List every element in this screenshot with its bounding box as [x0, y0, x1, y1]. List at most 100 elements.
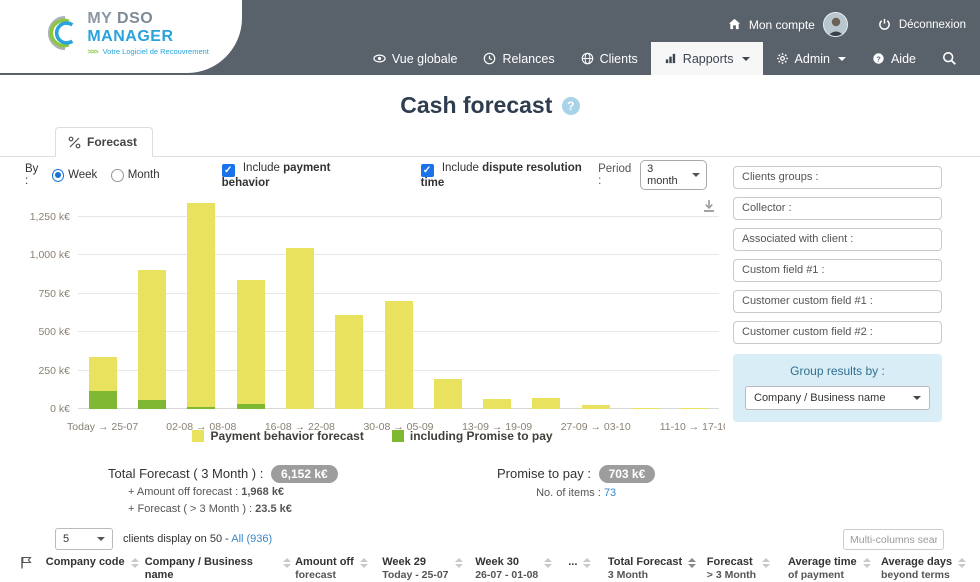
checkbox-checked-icon[interactable]: ✓ — [222, 164, 235, 177]
display-count-text: clients display on 50 - — [123, 533, 231, 545]
column-label: Company code — [46, 556, 125, 568]
column-company-code[interactable]: Company code — [46, 556, 145, 569]
filter-collector[interactable]: Collector : — [733, 197, 942, 220]
nav-search-button[interactable] — [929, 42, 970, 75]
column-company-name[interactable]: Company / Business name — [145, 556, 295, 582]
chart-bar[interactable] — [286, 248, 314, 409]
chart-bar[interactable] — [237, 280, 265, 409]
tab-forecast[interactable]: Forecast — [55, 127, 153, 157]
radio-week-label[interactable]: Week — [68, 169, 97, 181]
chart-bar-promise-segment[interactable] — [138, 400, 166, 409]
nav-item-aide[interactable]: ? Aide — [859, 42, 929, 75]
tab-label: Forecast — [87, 135, 137, 149]
sort-icon[interactable] — [455, 558, 463, 568]
total-forecast-block: Total Forecast ( 3 Month ) : 6,152 k€ + … — [108, 466, 338, 515]
chart-bar[interactable] — [89, 357, 117, 409]
radio-month-label[interactable]: Month — [128, 169, 160, 181]
items-count-link[interactable]: 73 — [604, 487, 616, 499]
globe-icon — [581, 52, 594, 65]
period-select[interactable]: 3 month — [640, 160, 707, 190]
chart-bar-promise-segment[interactable] — [89, 391, 117, 409]
items-label: No. of items : — [536, 487, 604, 499]
chart-bar[interactable] — [385, 301, 413, 409]
filter-associated-with-client[interactable]: Associated with client : — [733, 228, 942, 251]
page-size-select[interactable]: 5 — [55, 528, 113, 550]
filter-clients-groups[interactable]: Clients groups : — [733, 166, 942, 189]
chart-bar[interactable] — [532, 398, 560, 409]
chart-bar[interactable] — [680, 408, 708, 409]
group-results-box: Group results by : Company / Business na… — [733, 354, 942, 422]
avatar[interactable] — [823, 12, 848, 37]
logo-chevrons: >>> — [87, 47, 97, 56]
show-all-link[interactable]: All (936) — [231, 533, 272, 545]
chart-bar[interactable] — [138, 270, 166, 409]
filter-customer-custom-field-2[interactable]: Customer custom field #2 : — [733, 321, 942, 344]
sort-icon[interactable] — [283, 558, 291, 568]
sort-icon[interactable] — [360, 558, 368, 568]
column-week-29[interactable]: Week 29Today - 25-07 — [382, 556, 475, 582]
bar-chart-icon — [664, 52, 677, 65]
sort-icon[interactable] — [544, 558, 552, 568]
group-results-value: Company / Business name — [754, 387, 885, 409]
logo-word-manager: MANAGER — [87, 28, 173, 45]
off-forecast-value: 1,968 k€ — [241, 486, 284, 498]
legend-label: including Promise to pay — [410, 429, 553, 443]
column-more[interactable]: ... — [568, 556, 608, 569]
column-week-30[interactable]: Week 3026-07 - 01-08 — [475, 556, 568, 582]
logo-word-my: MY — [87, 10, 112, 27]
nav-item-clients[interactable]: Clients — [568, 42, 651, 75]
column-average-time[interactable]: Average timeof payment — [788, 556, 881, 582]
radio-month[interactable] — [111, 169, 123, 182]
chart-bar[interactable] — [335, 315, 363, 409]
column-label: Amount off — [295, 556, 354, 568]
sort-icon-active[interactable] — [688, 558, 696, 568]
group-results-select[interactable]: Company / Business name — [745, 386, 930, 410]
legend-item-payment-behavior[interactable]: Payment behavior forecast — [192, 429, 363, 443]
nav-item-admin[interactable]: Admin — [763, 42, 859, 75]
account-link[interactable]: Mon compte — [749, 18, 815, 32]
column-average-days[interactable]: Average daysbeyond terms — [881, 556, 972, 582]
magnifier-icon — [942, 51, 957, 66]
nav-item-vue-globale[interactable]: Vue globale — [360, 42, 471, 75]
sort-icon[interactable] — [958, 558, 966, 568]
column-label: Company / Business name — [145, 556, 253, 581]
period-value: 3 month — [647, 163, 683, 187]
sort-icon[interactable] — [762, 558, 770, 568]
chart-bar[interactable] — [483, 399, 511, 409]
page-title: Cash forecast — [400, 92, 552, 118]
radio-week[interactable] — [52, 169, 64, 182]
column-sublabel: forecast — [295, 569, 336, 581]
column-total-forecast[interactable]: Total Forecast3 Month — [608, 556, 707, 582]
checkbox-payment-behavior[interactable]: ✓ Include payment behavior — [222, 162, 373, 189]
chart-bar-promise-segment[interactable] — [187, 407, 215, 409]
chart-bar[interactable] — [187, 203, 215, 409]
filter-custom-field-1[interactable]: Custom field #1 : — [733, 259, 942, 282]
nav-label: Clients — [600, 52, 638, 66]
nav-item-relances[interactable]: Relances — [470, 42, 567, 75]
logout-link[interactable]: Déconnexion — [899, 19, 966, 31]
y-axis-tick-label: 0 k€ — [20, 403, 70, 415]
checkbox-dispute-resolution[interactable]: ✓ Include dispute resolution time — [421, 162, 598, 189]
column-forecast-beyond[interactable]: Forecast> 3 Month — [707, 556, 788, 582]
sort-icon[interactable] — [131, 558, 139, 568]
sort-icon[interactable] — [863, 558, 871, 568]
logo[interactable]: MY DSO MANAGER >>> Votre Logiciel de Rec… — [0, 0, 242, 73]
y-axis-tick-label: 750 k€ — [20, 288, 70, 300]
flag-icon — [20, 556, 32, 569]
beyond-forecast-label: + Forecast ( > 3 Month ) : — [128, 503, 255, 515]
checkbox-checked-icon[interactable]: ✓ — [421, 164, 434, 177]
chart-bar-promise-segment[interactable] — [237, 404, 265, 409]
legend-item-promise-to-pay[interactable]: including Promise to pay — [392, 429, 553, 443]
column-amount-off-forecast[interactable]: Amount offforecast — [295, 556, 382, 582]
filter-customer-custom-field-1[interactable]: Customer custom field #1 : — [733, 290, 942, 313]
multi-columns-search-input[interactable] — [843, 529, 944, 550]
help-icon[interactable]: ? — [562, 97, 580, 115]
logo-tagline: Votre Logiciel de Recouvrement — [103, 47, 209, 56]
sort-icon[interactable] — [583, 558, 591, 568]
download-icon[interactable] — [701, 198, 717, 214]
chart-bar[interactable] — [434, 379, 462, 409]
chart-bar[interactable] — [582, 405, 610, 409]
chart-bar[interactable] — [631, 408, 659, 409]
legend-swatch — [192, 430, 204, 442]
nav-item-rapports[interactable]: Rapports — [651, 42, 763, 75]
